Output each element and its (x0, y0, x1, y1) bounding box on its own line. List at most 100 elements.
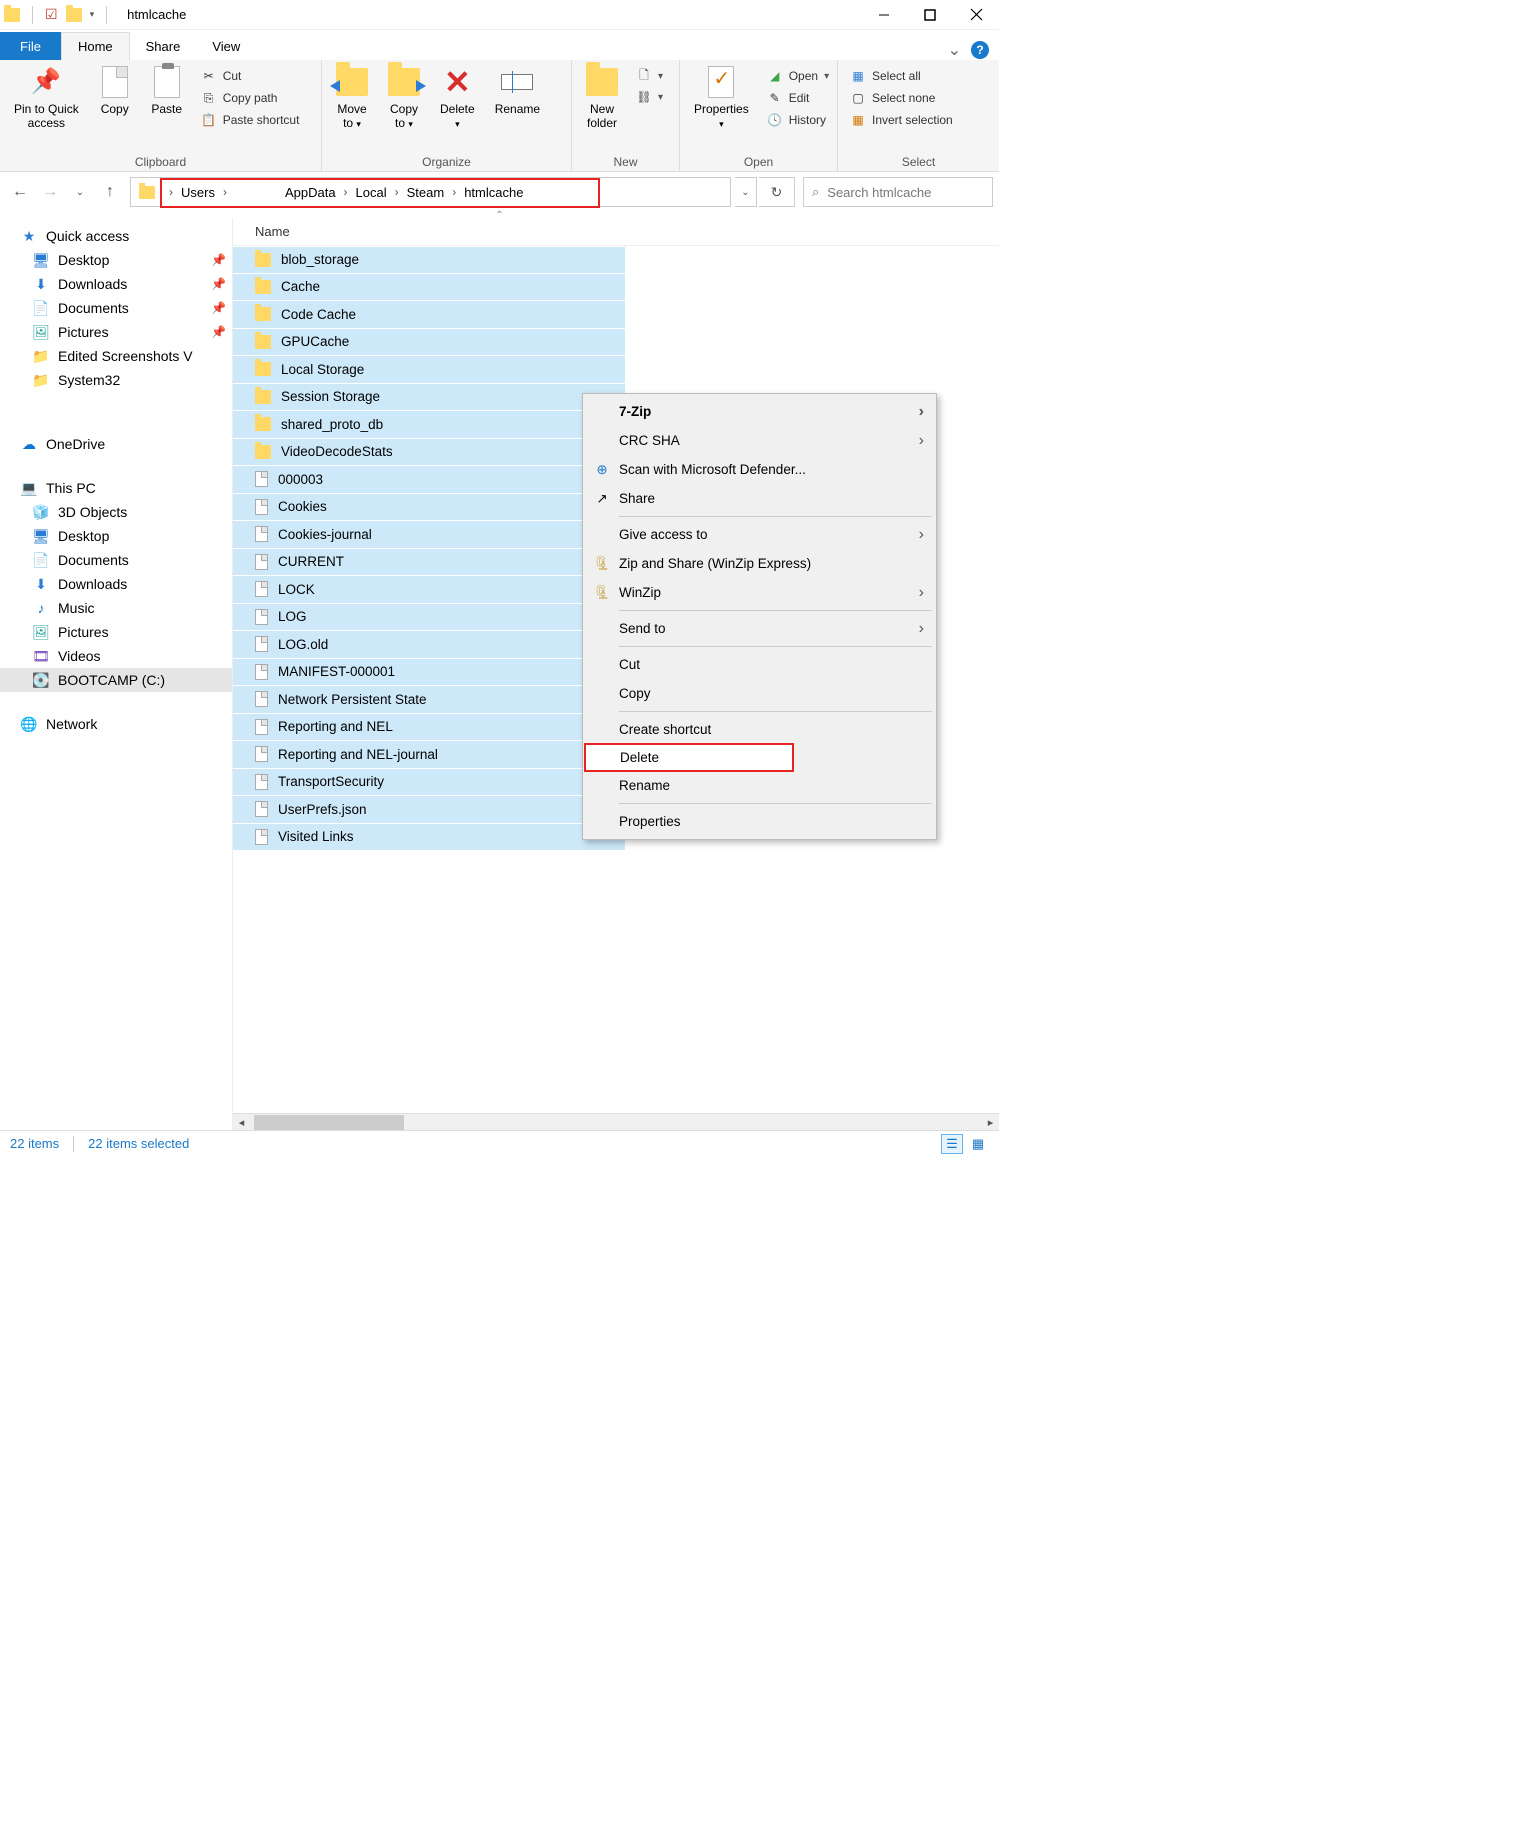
copy-button[interactable]: Copy (91, 64, 139, 118)
address-dropdown[interactable]: ⌄ (735, 177, 757, 207)
file-row[interactable]: Cookies (233, 494, 625, 522)
search-input[interactable]: ⌕ Search htmlcache (803, 177, 993, 207)
icons-view-button[interactable]: ▦ (967, 1134, 989, 1154)
ctx-zip-share[interactable]: 🗜Zip and Share (WinZip Express) (585, 549, 934, 578)
qat-properties-icon[interactable]: ☑ (45, 6, 58, 23)
ctx-share[interactable]: ↗Share (585, 484, 934, 513)
copy-path-button[interactable]: ⎘Copy path (197, 88, 304, 108)
history-button[interactable]: 🕓History (763, 110, 833, 130)
up-button[interactable]: ↑ (96, 178, 124, 206)
file-row[interactable]: Cookies-journal (233, 521, 625, 549)
pin-quickaccess-button[interactable]: 📌 Pin to Quickaccess (6, 64, 87, 133)
ctx-give-access[interactable]: Give access to› (585, 520, 934, 549)
ctx-cut[interactable]: Cut (585, 650, 934, 679)
quick-access-node[interactable]: ★Quick access (0, 224, 232, 248)
ctx-7zip[interactable]: 7-Zip› (585, 397, 934, 426)
help-icon[interactable]: ? (971, 41, 989, 59)
scroll-left-icon[interactable]: ◂ (233, 1116, 250, 1129)
ctx-delete[interactable]: Delete (584, 743, 794, 772)
home-tab[interactable]: Home (61, 32, 130, 60)
scroll-thumb[interactable] (254, 1115, 404, 1130)
sidebar-item[interactable]: 📄Documents (0, 548, 232, 572)
share-tab[interactable]: Share (130, 32, 197, 60)
crumb-chevron[interactable]: › (161, 185, 181, 199)
file-row[interactable]: Visited Links (233, 824, 625, 852)
breadcrumb-item[interactable]: Users› (181, 185, 235, 200)
file-row[interactable]: shared_proto_db (233, 411, 625, 439)
navigation-pane[interactable]: ★Quick access 🖥Desktop📌⬇Downloads📌📄Docum… (0, 218, 232, 1130)
column-header-name[interactable]: Name (233, 218, 999, 246)
properties-button[interactable]: Properties▾ (686, 64, 757, 133)
sidebar-item[interactable]: ⬇Downloads📌 (0, 272, 232, 296)
sidebar-item[interactable]: 🖥Desktop (0, 524, 232, 548)
sidebar-item[interactable]: ⬇Downloads (0, 572, 232, 596)
easy-access-button[interactable]: ⛓▾ (632, 87, 667, 107)
ctx-sendto[interactable]: Send to› (585, 614, 934, 643)
file-row[interactable]: blob_storage (233, 246, 625, 274)
file-row[interactable]: GPUCache (233, 329, 625, 357)
file-row[interactable]: Local Storage (233, 356, 625, 384)
sidebar-item[interactable]: 💽BOOTCAMP (C:) (0, 668, 232, 692)
forward-button[interactable]: → (36, 178, 64, 206)
file-row[interactable]: LOG.old (233, 631, 625, 659)
breadcrumb-item[interactable]: AppData› (285, 185, 356, 200)
sidebar-item[interactable]: ♪Music (0, 596, 232, 620)
ctx-copy[interactable]: Copy (585, 679, 934, 708)
file-row[interactable]: Session Storage (233, 384, 625, 412)
sidebar-item[interactable]: 📁System32 (0, 368, 232, 392)
close-button[interactable] (953, 0, 999, 30)
paste-shortcut-button[interactable]: 📋Paste shortcut (197, 110, 304, 130)
ctx-create-shortcut[interactable]: Create shortcut (585, 715, 934, 744)
file-row[interactable]: LOCK (233, 576, 625, 604)
file-row[interactable]: MANIFEST-000001 (233, 659, 625, 687)
open-button[interactable]: ◢Open ▾ (763, 66, 833, 86)
sidebar-item[interactable]: 🧊3D Objects (0, 500, 232, 524)
sidebar-item[interactable]: 📁Edited Screenshots V (0, 344, 232, 368)
recent-dropdown[interactable]: ⌄ (66, 178, 94, 206)
view-tab[interactable]: View (196, 32, 256, 60)
sidebar-item[interactable]: 🎞Videos (0, 644, 232, 668)
select-all-button[interactable]: ▦Select all (846, 66, 957, 86)
newfolder-button[interactable]: Newfolder (578, 64, 626, 133)
minimize-button[interactable] (861, 0, 907, 30)
file-row[interactable]: TransportSecurity (233, 769, 625, 797)
edit-button[interactable]: ✎Edit (763, 88, 833, 108)
file-row[interactable]: VideoDecodeStats (233, 439, 625, 467)
file-row[interactable]: Cache (233, 274, 625, 302)
paste-button[interactable]: Paste (143, 64, 191, 118)
network-node[interactable]: 🌐Network (0, 712, 232, 736)
sidebar-item[interactable]: 🖥Desktop📌 (0, 248, 232, 272)
file-row[interactable]: LOG (233, 604, 625, 632)
file-tab[interactable]: File (0, 32, 61, 60)
file-row[interactable]: Reporting and NEL-journal (233, 741, 625, 769)
ctx-defender[interactable]: ⊕Scan with Microsoft Defender... (585, 455, 934, 484)
address-bar[interactable]: › Users› › AppData› Local› Steam› htmlca… (130, 177, 731, 207)
invert-selection-button[interactable]: ▦Invert selection (846, 110, 957, 130)
moveto-button[interactable]: Moveto ▾ (328, 64, 376, 133)
delete-button[interactable]: ✕ Delete▾ (432, 64, 483, 133)
breadcrumb-item[interactable]: Steam› (407, 185, 465, 200)
new-item-button[interactable]: 🗋▾ (632, 66, 667, 86)
file-row[interactable]: Network Persistent State (233, 686, 625, 714)
file-row[interactable]: 000003 (233, 466, 625, 494)
select-none-button[interactable]: ▢Select none (846, 88, 957, 108)
collapse-ribbon-icon[interactable]: ⌄ (948, 40, 961, 60)
refresh-button[interactable]: ↻ (759, 177, 795, 207)
breadcrumb-item[interactable]: htmlcache (464, 185, 523, 200)
qat-newfolder-icon[interactable] (66, 8, 82, 22)
sidebar-item[interactable]: 📄Documents📌 (0, 296, 232, 320)
file-row[interactable]: UserPrefs.json (233, 796, 625, 824)
ctx-winzip[interactable]: 🗜WinZip› (585, 578, 934, 607)
copyto-button[interactable]: Copyto ▾ (380, 64, 428, 133)
ctx-properties[interactable]: Properties (585, 807, 934, 836)
sidebar-item[interactable]: 🖼Pictures (0, 620, 232, 644)
cut-button[interactable]: ✂Cut (197, 66, 304, 86)
scroll-right-icon[interactable]: ▸ (982, 1116, 999, 1129)
qat-dropdown-icon[interactable]: ▾ (90, 9, 95, 20)
rename-button[interactable]: Rename (487, 64, 548, 118)
maximize-button[interactable] (907, 0, 953, 30)
thispc-node[interactable]: 💻This PC (0, 476, 232, 500)
back-button[interactable]: ← (6, 178, 34, 206)
sidebar-item[interactable]: 🖼Pictures📌 (0, 320, 232, 344)
file-row[interactable]: Reporting and NEL (233, 714, 625, 742)
